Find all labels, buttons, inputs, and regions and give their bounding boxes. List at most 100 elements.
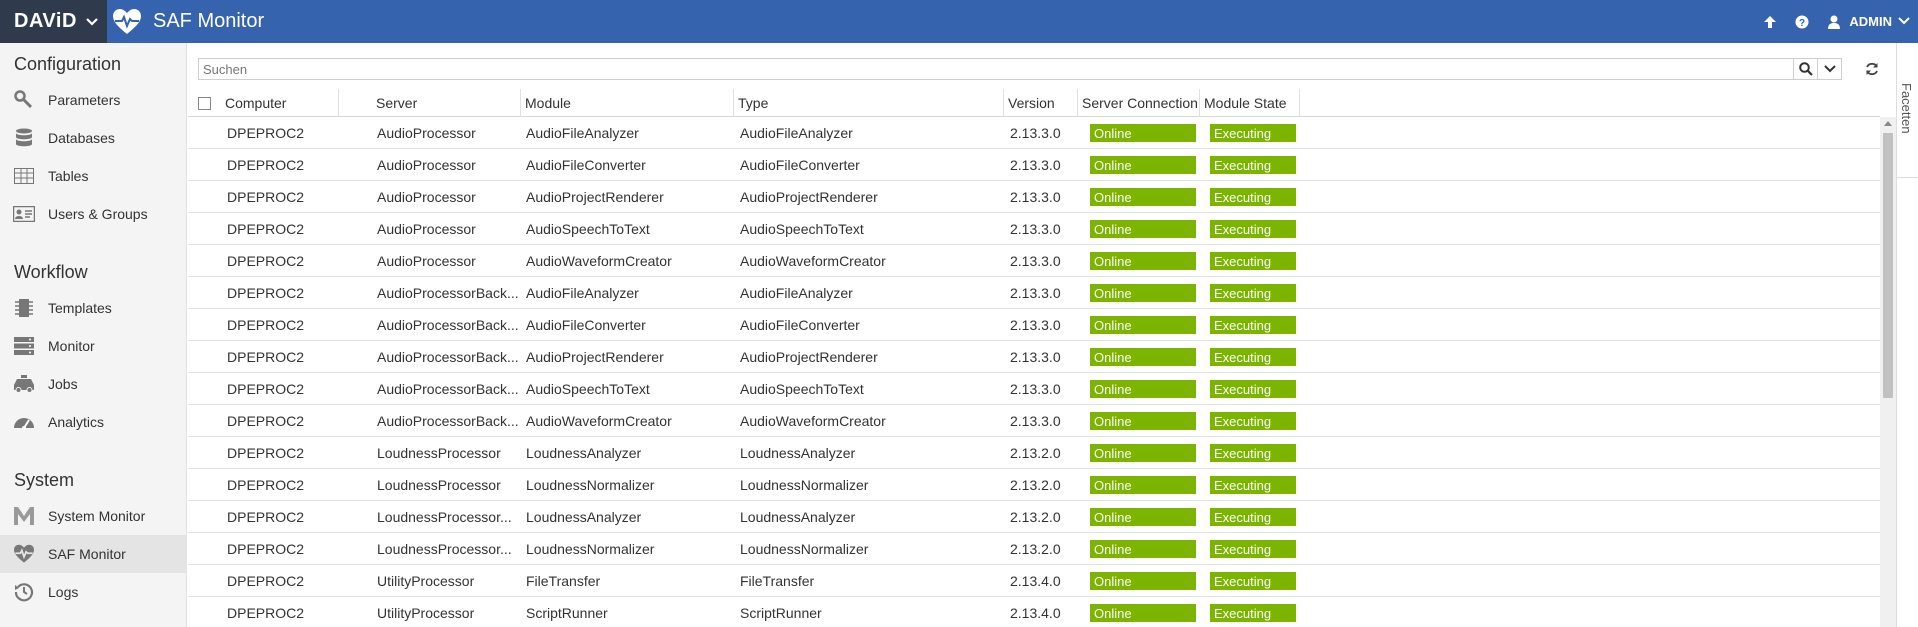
chip-icon: [13, 297, 35, 319]
brand-menu[interactable]: DAViD: [0, 0, 107, 43]
column-header-module-state[interactable]: Module State: [1200, 89, 1300, 117]
scroll-up-icon[interactable]: [1884, 121, 1892, 126]
cell-server: UtilityProcessor: [377, 572, 475, 589]
table-row[interactable]: DPEPROC2 AudioProcessor AudioWaveformCreat…: [188, 245, 1880, 277]
section-title-configuration: Configuration: [14, 54, 122, 74]
chevron-down-icon: [1898, 14, 1910, 29]
cell-version: 2.13.3.0: [1010, 124, 1061, 141]
sidebar-item-analytics[interactable]: Analytics: [0, 403, 186, 441]
cell-module: AudioSpeechToText: [526, 220, 650, 237]
table-row[interactable]: DPEPROC2 LoudnessProcessor LoudnessAnalyze…: [188, 437, 1880, 469]
table-row[interactable]: DPEPROC2 AudioProcessor AudioFileConverter…: [188, 149, 1880, 181]
cell-type: AudioProjectRenderer: [740, 188, 878, 205]
sidebar-item-templates[interactable]: Templates: [0, 289, 186, 327]
cell-version: 2.13.3.0: [1010, 284, 1061, 301]
status-badge-server-connection: Online: [1090, 220, 1196, 238]
table-row[interactable]: DPEPROC2 UtilityProcessor FileTransfer File…: [188, 565, 1880, 597]
table-row[interactable]: DPEPROC2 AudioProcessor AudioProjectRender…: [188, 181, 1880, 213]
status-badge-server-connection: Online: [1090, 316, 1196, 334]
cell-module: AudioFileAnalyzer: [526, 124, 639, 141]
cell-version: 2.13.3.0: [1010, 252, 1061, 269]
column-header-module[interactable]: Module: [521, 89, 734, 117]
cell-type: AudioSpeechToText: [740, 220, 864, 237]
cell-computer: DPEPROC2: [227, 252, 305, 269]
cell-type: LoudnessNormalizer: [740, 476, 869, 493]
table-row[interactable]: DPEPROC2 AudioProcessorBack... AudioWavefo…: [188, 405, 1880, 437]
cell-type: ScriptRunner: [740, 604, 822, 621]
status-badge-module-state: Executing: [1210, 124, 1296, 142]
table-row[interactable]: DPEPROC2 AudioProcessor AudioFileAnalyzer A…: [188, 117, 1880, 149]
cell-computer: DPEPROC2: [227, 348, 305, 365]
status-badge-module-state: Executing: [1210, 540, 1296, 558]
cell-computer: DPEPROC2: [227, 604, 305, 621]
sidebar-item-monitor[interactable]: Monitor: [0, 327, 186, 365]
sidebar-item-label: Databases: [48, 130, 115, 146]
cell-computer: DPEPROC2: [227, 476, 305, 493]
table-row[interactable]: DPEPROC2 UtilityProcessor ScriptRunner Scri…: [188, 597, 1880, 627]
facets-panel[interactable]: Facetten: [1896, 43, 1918, 627]
sidebar-item-tables[interactable]: Tables: [0, 157, 186, 195]
select-all-checkbox[interactable]: [198, 97, 211, 110]
search-input[interactable]: [199, 59, 1793, 79]
sidebar-item-logs[interactable]: Logs: [0, 573, 186, 611]
column-header-server-connection[interactable]: Server Connection: [1078, 89, 1200, 117]
status-badge-server-connection: Online: [1090, 412, 1196, 430]
vertical-scrollbar[interactable]: [1880, 117, 1896, 627]
status-badge-module-state: Executing: [1210, 284, 1296, 302]
table-row[interactable]: DPEPROC2 AudioProcessorBack... AudioFileCo…: [188, 309, 1880, 341]
cell-type: LoudnessAnalyzer: [740, 508, 856, 525]
facets-label: Facetten: [1899, 83, 1914, 134]
help-icon[interactable]: ?: [1793, 13, 1811, 31]
cell-server: AudioProcessor: [377, 188, 476, 205]
cell-module: AudioProjectRenderer: [526, 348, 664, 365]
table-row[interactable]: DPEPROC2 AudioProcessor AudioSpeechToText A…: [188, 213, 1880, 245]
upload-icon[interactable]: [1761, 13, 1779, 31]
table-row[interactable]: DPEPROC2 AudioProcessorBack... AudioSpeech…: [188, 373, 1880, 405]
refresh-icon[interactable]: [1864, 61, 1880, 77]
table-row[interactable]: DPEPROC2 AudioProcessorBack... AudioFileAn…: [188, 277, 1880, 309]
cell-type: AudioProjectRenderer: [740, 348, 878, 365]
scrollbar-thumb[interactable]: [1883, 133, 1893, 398]
sidebar-item-jobs[interactable]: Jobs: [0, 365, 186, 403]
chevron-down-icon[interactable]: [1817, 59, 1841, 79]
cell-module: ScriptRunner: [526, 604, 608, 621]
gauge-icon: [13, 411, 35, 433]
user-icon: [1825, 13, 1843, 31]
column-header-computer[interactable]: Computer: [221, 89, 339, 117]
table-row[interactable]: DPEPROC2 LoudnessProcessor... LoudnessAnal…: [188, 501, 1880, 533]
sidebar-item-label: Jobs: [48, 376, 78, 392]
sidebar-item-databases[interactable]: Databases: [0, 119, 186, 157]
search-icon[interactable]: [1793, 59, 1817, 79]
column-header-type[interactable]: Type: [734, 89, 1004, 117]
sidebar-item-saf-monitor[interactable]: SAF Monitor: [0, 535, 186, 573]
table-header: Computer Server Module Type Version Serv…: [188, 89, 1880, 117]
column-header-version[interactable]: Version: [1004, 89, 1078, 117]
cell-version: 2.13.3.0: [1010, 380, 1061, 397]
user-menu[interactable]: ADMIN: [1825, 13, 1910, 31]
cell-computer: DPEPROC2: [227, 124, 305, 141]
sidebar-item-parameters[interactable]: Parameters: [0, 81, 186, 119]
divider: [1897, 177, 1918, 178]
main-content: Computer Server Module Type Version Serv…: [188, 43, 1896, 627]
cell-server: AudioProcessorBack...: [377, 284, 519, 301]
cell-server: AudioProcessor: [377, 124, 476, 141]
table-row[interactable]: DPEPROC2 AudioProcessorBack... AudioProjec…: [188, 341, 1880, 373]
cell-server: AudioProcessor: [377, 156, 476, 173]
status-badge-server-connection: Online: [1090, 156, 1196, 174]
sidebar-item-system-monitor[interactable]: System Monitor: [0, 497, 186, 535]
cell-module: FileTransfer: [526, 572, 601, 589]
cell-computer: DPEPROC2: [227, 508, 305, 525]
table-row[interactable]: DPEPROC2 LoudnessProcessor... LoudnessNorm…: [188, 533, 1880, 565]
cell-type: AudioFileConverter: [740, 156, 860, 173]
m-logo-icon: [13, 505, 35, 527]
sidebar-item-users-groups[interactable]: Users & Groups: [0, 195, 186, 233]
status-badge-module-state: Executing: [1210, 156, 1296, 174]
status-badge-server-connection: Online: [1090, 284, 1196, 302]
table-row[interactable]: DPEPROC2 LoudnessProcessor LoudnessNormali…: [188, 469, 1880, 501]
status-badge-server-connection: Online: [1090, 572, 1196, 590]
cell-version: 2.13.3.0: [1010, 412, 1061, 429]
cell-server: AudioProcessorBack...: [377, 380, 519, 397]
cell-computer: DPEPROC2: [227, 540, 305, 557]
column-header-server[interactable]: Server: [372, 89, 521, 117]
cell-version: 2.13.3.0: [1010, 220, 1061, 237]
